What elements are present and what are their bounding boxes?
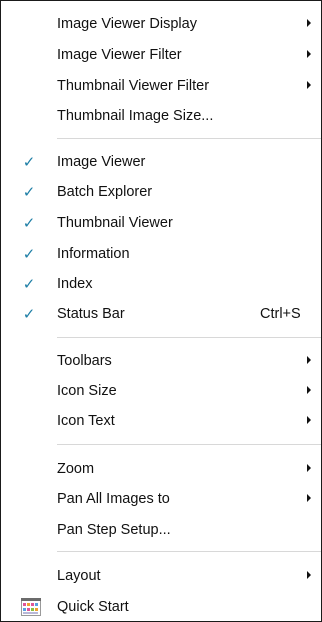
menu-item-thumbnail-viewer[interactable]: ✓ Thumbnail Viewer bbox=[1, 209, 321, 237]
menu-item-label: Thumbnail Viewer Filter bbox=[57, 78, 210, 94]
quick-start-icon bbox=[21, 598, 41, 616]
menu-item-label: Image Viewer Display bbox=[57, 16, 197, 32]
submenu-arrow-icon bbox=[307, 50, 311, 58]
menu-item-label: Quick Start bbox=[57, 599, 129, 615]
menu-item-label: Icon Text bbox=[57, 413, 115, 429]
submenu-arrow-icon bbox=[307, 494, 311, 502]
checkmark-icon: ✓ bbox=[22, 153, 36, 171]
menu-item-icon-size[interactable]: Icon Size bbox=[1, 377, 321, 405]
menu-separator bbox=[57, 337, 321, 338]
checkmark-icon: ✓ bbox=[22, 275, 36, 293]
menu-item-status-bar[interactable]: ✓ Status Bar Ctrl+S bbox=[1, 300, 321, 328]
menu-item-information[interactable]: ✓ Information bbox=[1, 240, 321, 268]
menu-separator bbox=[57, 138, 321, 139]
menu-separator bbox=[57, 551, 321, 552]
menu-item-pan-all-images-to[interactable]: Pan All Images to bbox=[1, 485, 321, 513]
submenu-arrow-icon bbox=[307, 386, 311, 394]
menu-item-image-viewer[interactable]: ✓ Image Viewer bbox=[1, 148, 321, 176]
menu-item-thumbnail-image-size[interactable]: Thumbnail Image Size... bbox=[1, 102, 321, 130]
submenu-arrow-icon bbox=[307, 571, 311, 579]
submenu-arrow-icon bbox=[307, 356, 311, 364]
menu-item-zoom[interactable]: Zoom bbox=[1, 455, 321, 483]
view-context-menu: Image Viewer Display Image Viewer Filter… bbox=[0, 0, 322, 622]
menu-item-label: Layout bbox=[57, 568, 101, 584]
menu-item-shortcut: Ctrl+S bbox=[260, 306, 301, 322]
menu-item-label: Batch Explorer bbox=[57, 184, 153, 200]
menu-item-batch-explorer[interactable]: ✓ Batch Explorer bbox=[1, 178, 321, 206]
menu-item-label: Pan All Images to bbox=[57, 491, 170, 507]
menu-item-image-viewer-filter[interactable]: Image Viewer Filter bbox=[1, 41, 321, 69]
menu-item-label: Thumbnail Image Size... bbox=[57, 108, 214, 124]
menu-item-quick-start[interactable]: Quick Start bbox=[1, 593, 321, 621]
menu-item-label: Zoom bbox=[57, 461, 95, 477]
menu-item-toolbars[interactable]: Toolbars bbox=[1, 347, 321, 375]
menu-item-pan-step-setup[interactable]: Pan Step Setup... bbox=[1, 516, 321, 544]
menu-item-icon-text[interactable]: Icon Text bbox=[1, 407, 321, 435]
checkmark-icon: ✓ bbox=[22, 183, 36, 201]
menu-item-label: Image Viewer Filter bbox=[57, 47, 182, 63]
menu-item-label: Information bbox=[57, 246, 130, 262]
menu-item-thumbnail-viewer-filter[interactable]: Thumbnail Viewer Filter bbox=[1, 72, 321, 100]
menu-item-label: Status Bar bbox=[57, 306, 125, 322]
submenu-arrow-icon bbox=[307, 416, 311, 424]
submenu-arrow-icon bbox=[307, 19, 311, 27]
menu-separator bbox=[57, 444, 321, 445]
menu-item-label: Image Viewer bbox=[57, 154, 146, 170]
menu-item-label: Index bbox=[57, 276, 93, 292]
menu-item-layout[interactable]: Layout bbox=[1, 562, 321, 590]
checkmark-icon: ✓ bbox=[22, 245, 36, 263]
menu-item-label: Toolbars bbox=[57, 353, 112, 369]
checkmark-icon: ✓ bbox=[22, 214, 36, 232]
menu-item-image-viewer-display[interactable]: Image Viewer Display bbox=[1, 10, 321, 38]
menu-item-label: Thumbnail Viewer bbox=[57, 215, 173, 231]
menu-item-label: Pan Step Setup... bbox=[57, 522, 171, 538]
submenu-arrow-icon bbox=[307, 81, 311, 89]
menu-item-index[interactable]: ✓ Index bbox=[1, 270, 321, 298]
submenu-arrow-icon bbox=[307, 464, 311, 472]
checkmark-icon: ✓ bbox=[22, 305, 36, 323]
menu-item-label: Icon Size bbox=[57, 383, 117, 399]
